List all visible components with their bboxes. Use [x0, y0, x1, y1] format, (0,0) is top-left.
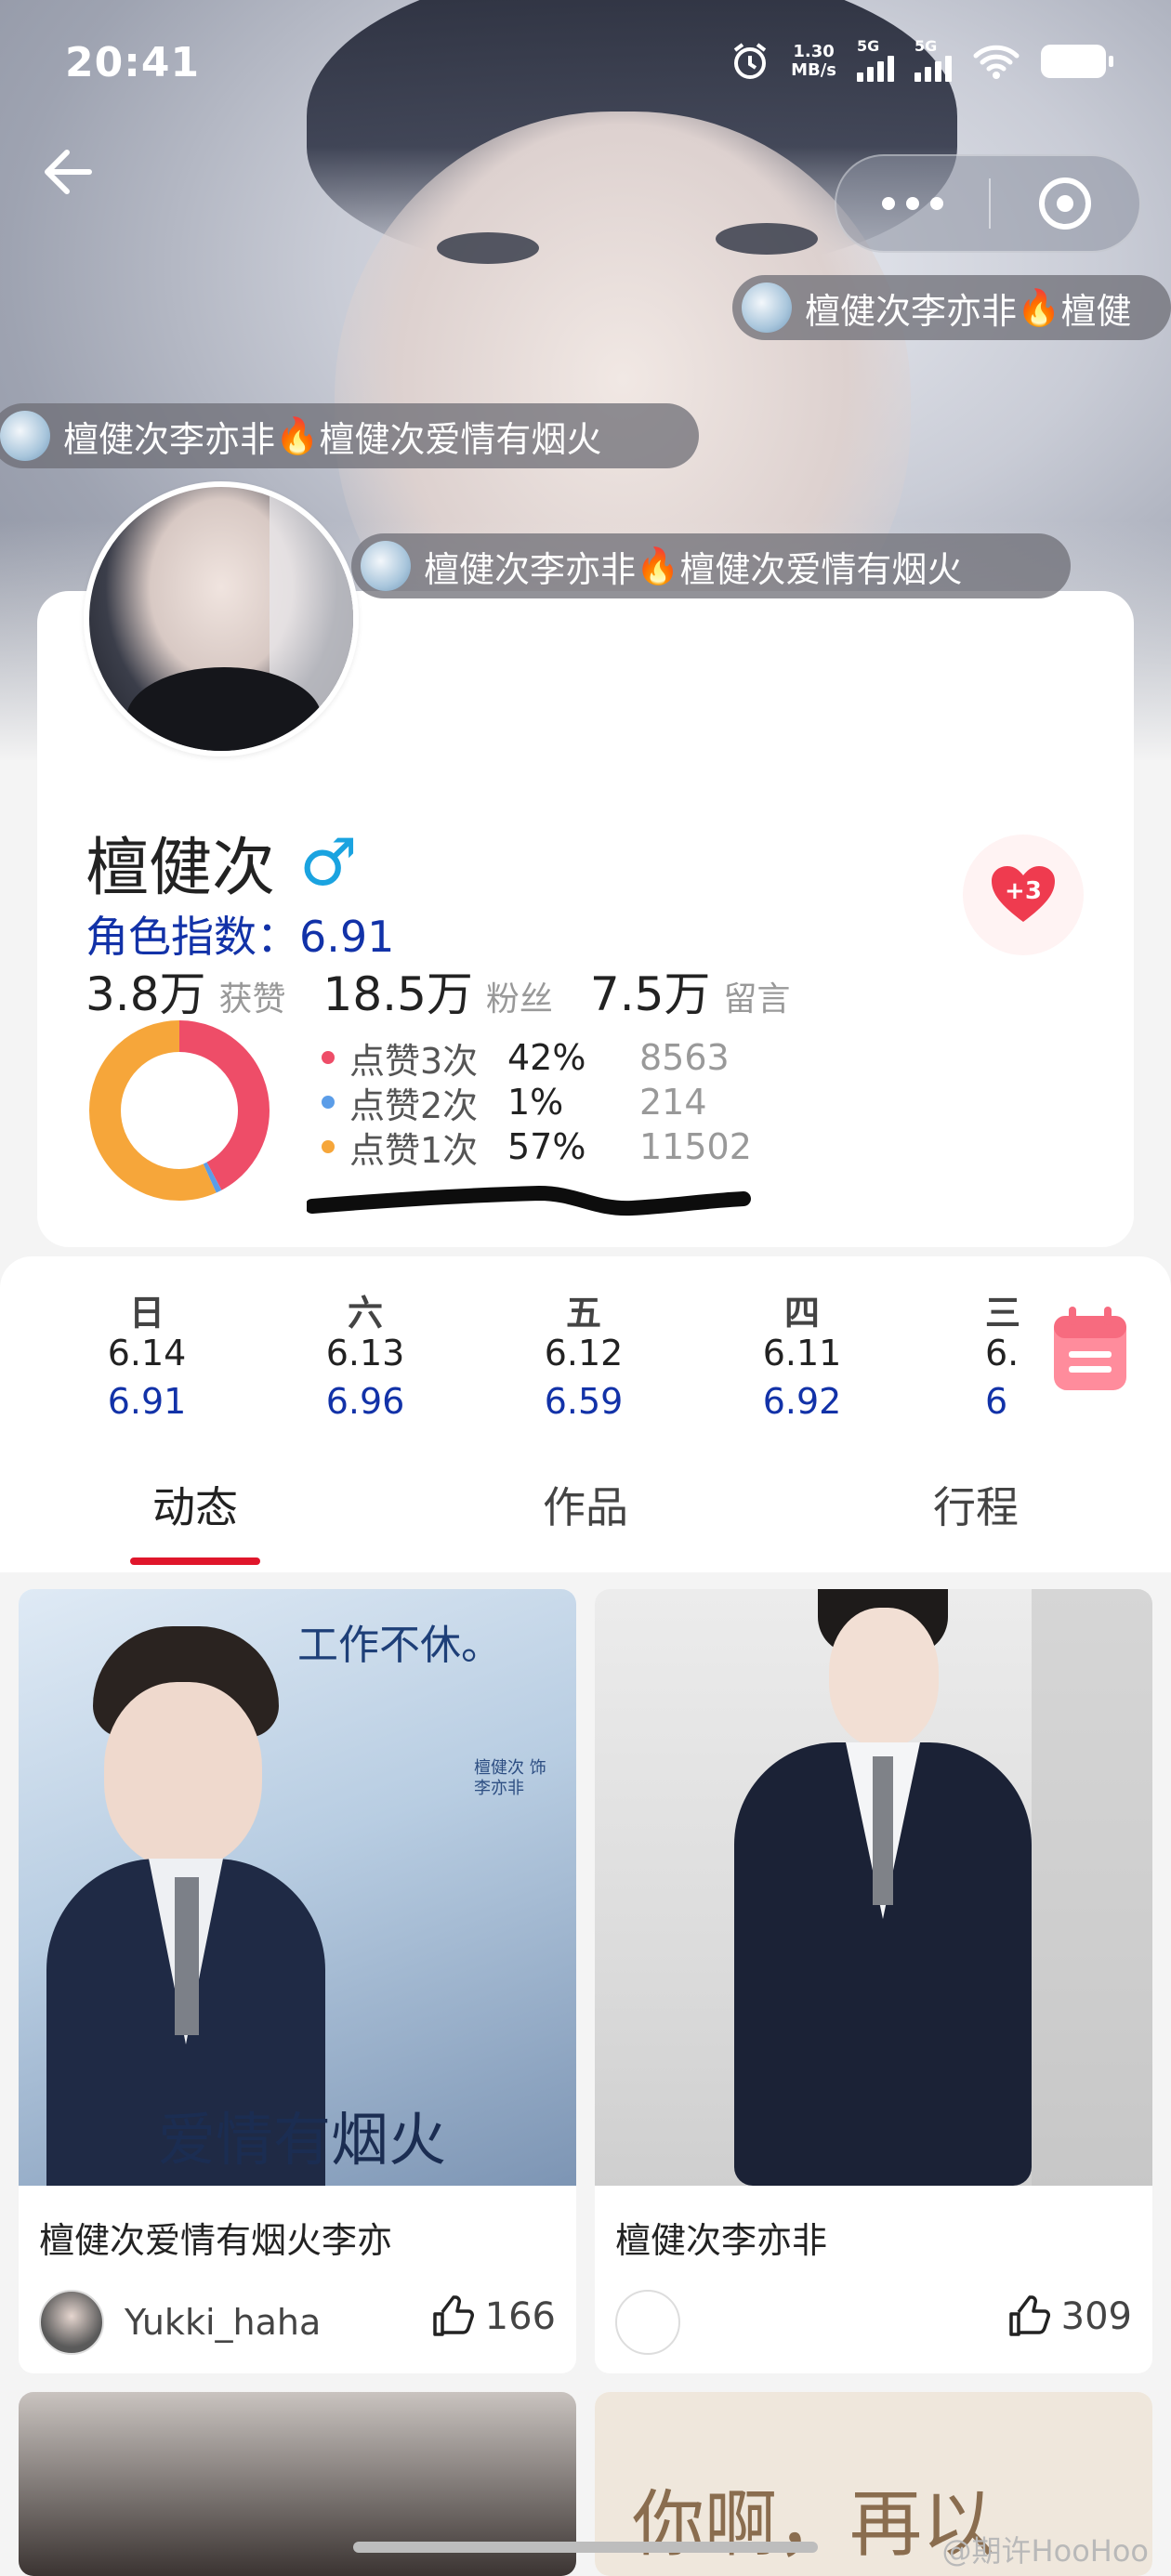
legend-dot	[322, 1051, 335, 1064]
author-avatar	[39, 2290, 104, 2355]
post-card[interactable]: 檀健次李亦非 309	[595, 1589, 1152, 2373]
calendar-icon[interactable]	[1050, 1305, 1130, 1394]
more-options-button[interactable]	[836, 197, 989, 210]
tab-dynamics[interactable]: 动态	[84, 1474, 307, 1535]
legend-percent: 42%	[507, 1037, 586, 1078]
day-date: 6.	[985, 1333, 1020, 1373]
content-tabs: 动态 作品 行程	[0, 1455, 1171, 1572]
day-score: 6.92	[762, 1381, 842, 1422]
day-score: 6.96	[325, 1381, 405, 1422]
legend-row: 点赞2次 1% 214	[322, 1080, 752, 1126]
character-name: 檀健次 ♂	[86, 823, 358, 906]
back-arrow-icon[interactable]	[37, 139, 112, 204]
tab-schedule[interactable]: 行程	[864, 1474, 1087, 1535]
like-distribution-donut	[89, 1020, 270, 1201]
post-author[interactable]	[615, 2290, 701, 2355]
legend-label: 点赞3次	[349, 1040, 479, 1082]
tab-works[interactable]: 作品	[474, 1474, 697, 1535]
author-avatar	[615, 2290, 680, 2355]
poster-credit: 檀健次 饰 李亦非	[474, 1758, 546, 1798]
fire-icon: 🔥	[636, 545, 680, 586]
day-date: 6.13	[325, 1333, 405, 1373]
day-item[interactable]: 三 6. 6	[955, 1284, 1058, 1429]
danmaku-bubble: 檀健次李亦非 🔥 檀健次爱情有烟火	[351, 533, 1071, 598]
home-indicator[interactable]	[353, 2542, 818, 2553]
legend-row: 点赞3次 42% 8563	[322, 1035, 752, 1082]
status-bar: 20:41 1.30 MB/s 5G 5G	[0, 0, 1171, 130]
wifi-icon	[973, 45, 1020, 79]
legend-count: 8563	[639, 1037, 730, 1078]
danmaku-bubble: 檀健次李亦非 🔥 檀健	[732, 275, 1171, 340]
legend-percent: 1%	[507, 1082, 564, 1123]
legend-count: 11502	[639, 1126, 752, 1167]
day-date: 6.11	[762, 1333, 842, 1373]
post-likes[interactable]: 309	[1007, 2295, 1132, 2338]
day-date: 6.12	[544, 1333, 624, 1373]
poster-slogan: 工作不休。	[297, 1622, 502, 1669]
legend-percent: 57%	[507, 1126, 586, 1167]
legend-dot	[322, 1096, 335, 1109]
fire-icon: 🔥	[275, 414, 320, 456]
day-score: 6.59	[544, 1381, 624, 1422]
like-distribution-legend: 点赞3次 42% 8563 点赞2次 1% 214 点赞1次 57% 11502	[322, 1035, 752, 1171]
post-likes[interactable]: 166	[431, 2295, 556, 2338]
day-of-week: 六	[347, 1293, 383, 1334]
network-speed: 1.30 MB/s	[791, 42, 836, 80]
signal-icon: 5G	[857, 37, 894, 82]
post-author[interactable]: Yukki_haha	[39, 2290, 321, 2355]
day-item[interactable]: 日 6.14 6.91	[82, 1284, 212, 1429]
day-of-week: 五	[565, 1293, 601, 1334]
day-item[interactable]: 四 6.11 6.92	[737, 1284, 867, 1429]
post-image	[595, 1589, 1152, 2186]
marker-scribble	[307, 1185, 751, 1216]
signal-icon: 5G	[914, 37, 952, 82]
day-of-week: 日	[128, 1293, 164, 1334]
active-tab-indicator	[130, 1557, 260, 1565]
legend-row: 点赞1次 57% 11502	[322, 1124, 752, 1171]
comments-label: 留言	[723, 980, 791, 1019]
character-index: 角色指数：6.91	[86, 912, 395, 962]
post-title: 檀健次爱情有烟火李亦	[39, 2220, 393, 2261]
poster-logo: 爱情有烟火	[158, 2106, 447, 2174]
day-score: 6.91	[107, 1381, 187, 1422]
character-avatar[interactable]	[84, 481, 359, 756]
author-name: Yukki_haha	[125, 2302, 322, 2343]
mini-program-capsule	[835, 154, 1141, 253]
legend-label: 点赞1次	[349, 1129, 479, 1171]
day-item[interactable]: 五 6.12 6.59	[519, 1284, 649, 1429]
thumbs-up-icon	[432, 2295, 474, 2336]
close-miniprogram-button[interactable]	[991, 177, 1139, 230]
status-time: 20:41	[65, 39, 201, 86]
fans-label: 粉丝	[485, 980, 553, 1019]
fans-count: 18.5万	[322, 967, 473, 1021]
day-score: 6	[985, 1381, 1008, 1422]
day-item[interactable]: 六 6.13 6.96	[300, 1284, 430, 1429]
avatar	[742, 283, 792, 333]
legend-label: 点赞2次	[349, 1084, 479, 1126]
day-date: 6.14	[107, 1333, 187, 1373]
legend-dot	[322, 1140, 335, 1153]
alarm-icon	[733, 43, 767, 79]
post-title: 檀健次李亦非	[615, 2220, 828, 2261]
thumbs-up-icon	[1008, 2295, 1050, 2336]
day-of-week: 三	[985, 1293, 1021, 1334]
teaser-text: 你啊，再以	[632, 2483, 995, 2567]
like-heart-button[interactable]: +3	[963, 835, 1084, 955]
day-of-week: 四	[783, 1293, 820, 1334]
danmaku-bubble: 檀健次李亦非 🔥 檀健次爱情有烟火	[0, 403, 699, 468]
legend-count: 214	[639, 1082, 707, 1123]
battery-icon	[1041, 45, 1113, 78]
post-image: 工作不休。 檀健次 饰 李亦非 爱情有烟火	[19, 1589, 576, 2186]
fire-icon: 🔥	[1017, 286, 1061, 328]
avatar	[0, 411, 50, 461]
likes-label: 获赞	[218, 980, 286, 1019]
male-gender-icon: ♂	[299, 823, 358, 900]
target-icon	[1039, 177, 1091, 230]
post-card[interactable]: 工作不休。 檀健次 饰 李亦非 爱情有烟火 檀健次爱情有烟火李亦 Yukki_h…	[19, 1589, 576, 2373]
comments-count: 7.5万	[589, 967, 711, 1021]
avatar	[361, 541, 411, 591]
watermark: @期许HooHoo	[941, 2533, 1149, 2569]
